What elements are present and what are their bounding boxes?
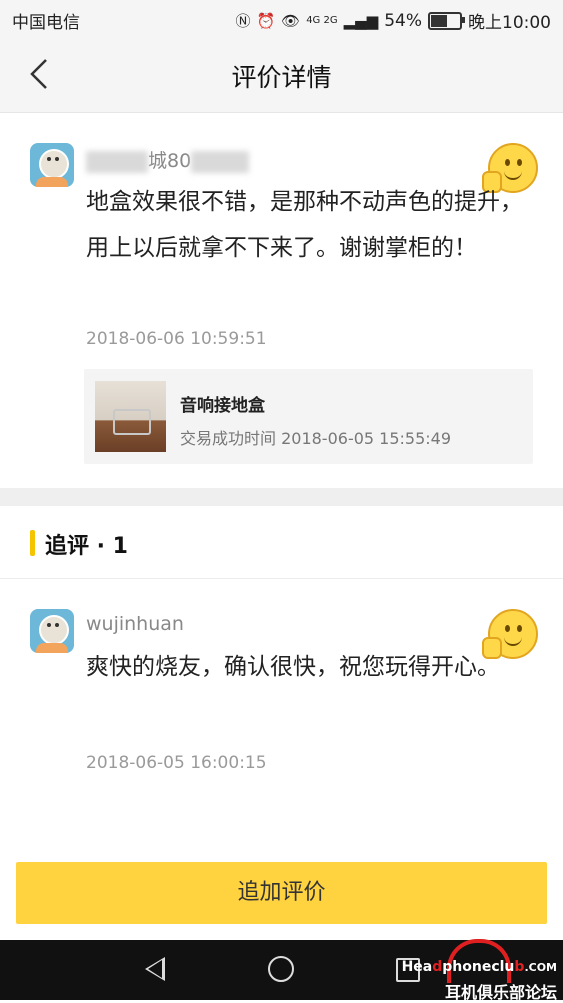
followup-header: 追评 · 1 <box>0 506 563 579</box>
status-bar: 中国电信 Ⓝ ⏰ 👁 4G 2G ▂▄▆ 54% 晚上10:00 <box>0 0 563 38</box>
site-watermark: Headphoneclub.COM 耳机俱乐部论坛 <box>402 939 557 1002</box>
battery-percent: 54% <box>384 10 422 31</box>
page-title: 评价详情 <box>231 63 332 92</box>
carrier-name: 中国电信 <box>12 13 80 33</box>
watermark-name: 耳机俱乐部论坛 <box>444 983 557 1002</box>
order-item-card[interactable]: 音响接地盒 交易成功时间 2018-06-05 15:55:49 <box>84 369 533 464</box>
product-title: 音响接地盒 <box>180 396 265 416</box>
avatar <box>30 143 74 187</box>
product-thumbnail <box>95 381 166 452</box>
transaction-time: 交易成功时间 2018-06-05 15:55:49 <box>180 429 452 448</box>
followup-card: wujinhuan 爽快的烧友，确认很快，祝您玩得开心。 2018-06-05 … <box>0 579 563 859</box>
followup-heading: 追评 · 1 <box>45 534 128 559</box>
review-card: 城80 地盒效果很不错，是那种不动声色的提升，用上以后就拿不下来了。谢谢掌柜的！… <box>0 113 563 488</box>
add-review-button[interactable]: 追加评价 <box>16 862 547 924</box>
avatar <box>30 609 74 653</box>
followup-username: wujinhuan <box>86 613 184 635</box>
review-timestamp: 2018-06-06 10:59:51 <box>86 329 267 349</box>
battery-icon <box>428 11 465 30</box>
system-home-icon[interactable] <box>268 956 294 982</box>
review-content: 地盒效果很不错，是那种不动声色的提升，用上以后就拿不下来了。谢谢掌柜的！ <box>86 189 523 261</box>
signal-icon: ▂▄▆ <box>343 11 379 30</box>
clock: 晚上10:00 <box>468 13 551 33</box>
followup-content: 爽快的烧友，确认很快，祝您玩得开心。 <box>86 654 500 680</box>
nav-bar: 评价详情 <box>0 38 563 113</box>
reviewer-name: 城80 <box>86 146 250 173</box>
nfc-icon: Ⓝ <box>235 12 251 30</box>
alarm-icon: ⏰ <box>256 11 276 30</box>
network-type: 4G 2G <box>306 15 338 26</box>
section-divider <box>0 488 563 506</box>
system-back-icon[interactable] <box>145 957 165 981</box>
followup-timestamp: 2018-06-05 16:00:15 <box>86 753 267 773</box>
eye-icon: 👁 <box>281 11 301 30</box>
watermark-domain: Headphoneclub.COM <box>401 959 557 975</box>
section-accent-bar <box>30 530 35 556</box>
status-icons: Ⓝ ⏰ 👁 4G 2G ▂▄▆ 54% 晚上10:00 <box>235 8 551 34</box>
